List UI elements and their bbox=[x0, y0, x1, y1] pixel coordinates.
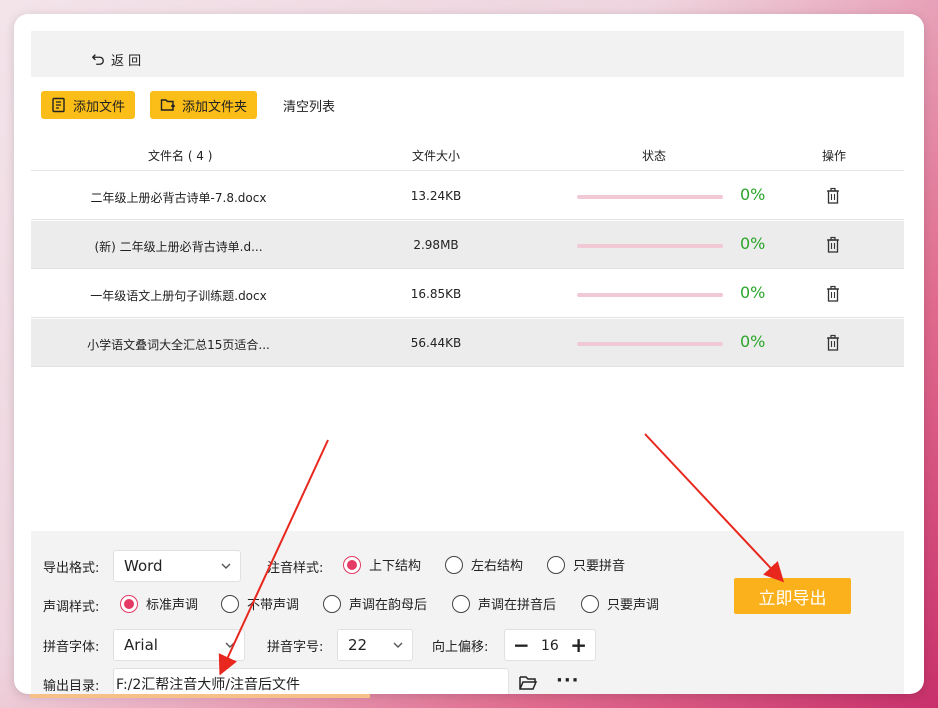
radio-dot bbox=[221, 594, 239, 613]
add-folder-button[interactable]: 添加文件夹 bbox=[150, 91, 258, 119]
radio-dot bbox=[445, 555, 463, 574]
table-row[interactable]: 一年级语文上册句子训练题.docx 16.85KB 0% bbox=[31, 270, 904, 318]
trash-icon[interactable] bbox=[825, 285, 841, 303]
offset-value: 16 bbox=[541, 638, 559, 654]
folder-open-icon[interactable] bbox=[518, 674, 538, 692]
output-dir-input[interactable] bbox=[113, 668, 509, 694]
radio-dot bbox=[120, 594, 138, 613]
status-text: 0% bbox=[740, 283, 766, 302]
file-size: 56.44KB bbox=[410, 336, 462, 350]
radio-label: 声调在拼音后 bbox=[478, 598, 557, 613]
radio-annotation-top-bottom[interactable]: 上下结构 bbox=[343, 555, 421, 574]
radio-dot bbox=[581, 594, 599, 613]
export-format-select[interactable]: Word bbox=[113, 550, 241, 582]
file-size: 16.85KB bbox=[410, 287, 462, 301]
output-dir-label: 输出目录: bbox=[43, 679, 100, 694]
pinyin-font-select[interactable]: Arial bbox=[113, 629, 245, 661]
radio-tone-none[interactable]: 不带声调 bbox=[221, 594, 299, 613]
file-name: 小学语文叠词大全汇总15页适合... bbox=[87, 338, 270, 352]
radio-label: 左右结构 bbox=[471, 559, 524, 574]
pinyin-font-value: Arial bbox=[124, 636, 158, 654]
table-row[interactable]: 小学语文叠词大全汇总15页适合... 56.44KB 0% bbox=[31, 319, 904, 367]
pinyin-size-value: 22 bbox=[348, 636, 368, 654]
offset-label: 向上偏移: bbox=[432, 640, 489, 655]
radio-dot bbox=[547, 555, 565, 574]
radio-label: 标准声调 bbox=[146, 598, 199, 613]
file-icon bbox=[52, 97, 65, 113]
clear-list-button[interactable]: 清空列表 bbox=[283, 96, 335, 115]
file-name: (新) 二年级上册必背古诗单.d... bbox=[94, 240, 263, 254]
progress-bar bbox=[577, 342, 723, 346]
status-text: 0% bbox=[740, 332, 766, 351]
back-label: 返 回 bbox=[111, 53, 142, 69]
pinyin-size-label: 拼音字号: bbox=[267, 640, 324, 655]
file-size: 13.24KB bbox=[410, 189, 462, 203]
radio-dot bbox=[323, 594, 341, 613]
status-text: 0% bbox=[740, 185, 766, 204]
offset-increment-button[interactable]: + bbox=[570, 633, 587, 657]
back-button[interactable]: 返 回 bbox=[91, 49, 141, 69]
pinyin-size-select[interactable]: 22 bbox=[337, 629, 413, 661]
radio-tone-after-pinyin[interactable]: 声调在拼音后 bbox=[452, 594, 556, 613]
radio-dot bbox=[452, 594, 470, 613]
add-file-button[interactable]: 添加文件 bbox=[41, 91, 136, 119]
trash-icon[interactable] bbox=[825, 187, 841, 205]
back-icon bbox=[91, 54, 104, 65]
radio-label: 上下结构 bbox=[369, 559, 422, 574]
top-bar: 返 回 bbox=[31, 31, 904, 77]
tone-style-label: 声调样式: bbox=[43, 600, 100, 615]
pinyin-font-label: 拼音字体: bbox=[43, 640, 100, 655]
file-name: 一年级语文上册句子训练题.docx bbox=[90, 289, 267, 303]
chevron-down-icon bbox=[221, 563, 231, 569]
chevron-down-icon bbox=[225, 642, 235, 648]
radio-tone-only[interactable]: 只要声调 bbox=[581, 594, 659, 613]
radio-label: 只要拼音 bbox=[573, 559, 626, 574]
progress-bar bbox=[577, 244, 723, 248]
add-folder-label: 添加文件夹 bbox=[182, 99, 248, 115]
table-row[interactable]: 二年级上册必背古诗单-7.8.docx 13.24KB 0% bbox=[31, 172, 904, 220]
progress-bar bbox=[577, 195, 723, 199]
table-row[interactable]: (新) 二年级上册必背古诗单.d... 2.98MB 0% bbox=[31, 221, 904, 269]
export-now-button[interactable]: 立即导出 bbox=[734, 578, 851, 614]
folder-add-icon bbox=[160, 99, 175, 111]
offset-decrement-button[interactable]: − bbox=[513, 633, 530, 657]
scroll-indicator bbox=[30, 694, 370, 698]
file-name: 二年级上册必背古诗单-7.8.docx bbox=[90, 191, 267, 205]
radio-label: 不带声调 bbox=[247, 598, 300, 613]
radio-annotation-pinyin-only[interactable]: 只要拼音 bbox=[547, 555, 625, 574]
status-text: 0% bbox=[740, 234, 766, 253]
export-format-value: Word bbox=[124, 557, 163, 575]
add-file-label: 添加文件 bbox=[73, 99, 126, 115]
radio-annotation-left-right[interactable]: 左右结构 bbox=[445, 555, 523, 574]
trash-icon[interactable] bbox=[825, 236, 841, 254]
trash-icon[interactable] bbox=[825, 334, 841, 352]
offset-stepper[interactable]: − 16 + bbox=[504, 629, 596, 661]
radio-label: 声调在韵母后 bbox=[349, 598, 428, 613]
header-status: 状态 bbox=[642, 149, 667, 163]
more-options-icon[interactable]: ··· bbox=[556, 670, 580, 691]
annotation-style-label: 注音样式: bbox=[267, 561, 324, 576]
radio-dot bbox=[343, 555, 361, 574]
file-size: 2.98MB bbox=[413, 238, 459, 252]
header-filesize: 文件大小 bbox=[412, 149, 461, 163]
table-header: 文件名 ( 4 ) 文件大小 状态 操作 bbox=[31, 139, 904, 171]
progress-bar bbox=[577, 293, 723, 297]
radio-tone-standard[interactable]: 标准声调 bbox=[120, 594, 198, 613]
header-filename: 文件名 ( 4 ) bbox=[148, 149, 213, 163]
radio-label: 只要声调 bbox=[607, 598, 660, 613]
chevron-down-icon bbox=[393, 642, 403, 648]
radio-tone-after-final[interactable]: 声调在韵母后 bbox=[323, 594, 427, 613]
header-action: 操作 bbox=[822, 149, 847, 163]
export-format-label: 导出格式: bbox=[43, 561, 100, 576]
